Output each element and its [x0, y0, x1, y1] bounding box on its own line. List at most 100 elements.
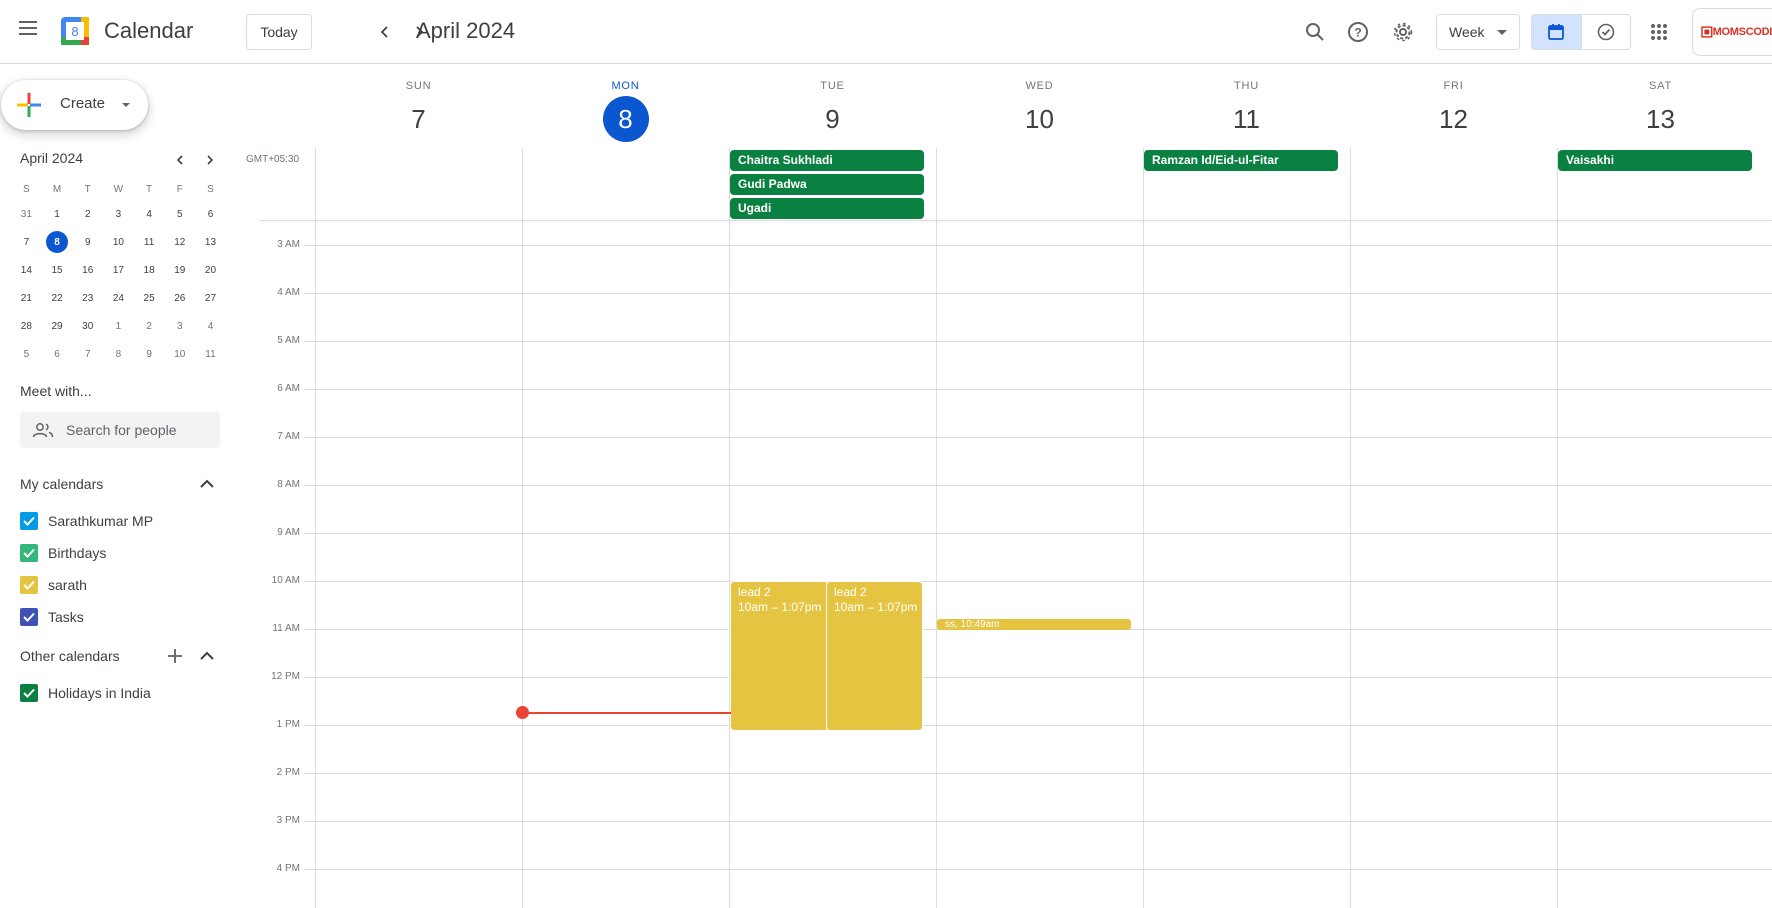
- main-menu-icon[interactable]: [12, 12, 44, 44]
- mini-calendar-day[interactable]: 9: [72, 228, 103, 256]
- calendar-item[interactable]: Holidays in India: [20, 679, 151, 707]
- collapse-my-calendars-icon[interactable]: [195, 472, 219, 496]
- today-button[interactable]: Today: [246, 14, 312, 50]
- mini-calendar-day[interactable]: 21: [11, 284, 42, 312]
- mini-calendar-day[interactable]: 31: [11, 200, 42, 228]
- settings-gear-icon[interactable]: [1385, 14, 1421, 50]
- day-header-tue[interactable]: TUE 9: [729, 80, 936, 142]
- calendar-checkbox[interactable]: [20, 544, 38, 562]
- mini-calendar-day[interactable]: 25: [134, 284, 165, 312]
- mini-calendar-day[interactable]: 2: [134, 312, 165, 340]
- mini-calendar-next-icon[interactable]: [198, 150, 222, 170]
- holiday-event[interactable]: Ugadi: [730, 198, 924, 219]
- day-header-thu[interactable]: THU 11: [1143, 80, 1350, 142]
- mini-calendar-day[interactable]: 3: [164, 312, 195, 340]
- day-number[interactable]: 10: [1017, 96, 1063, 142]
- mini-calendar-day[interactable]: 13: [195, 228, 226, 256]
- mini-calendar-day[interactable]: 17: [103, 256, 134, 284]
- mini-calendar-day[interactable]: 6: [195, 200, 226, 228]
- calendar-item[interactable]: Birthdays: [20, 539, 106, 567]
- mini-day-number: 23: [82, 292, 94, 304]
- calendar-checkbox[interactable]: [20, 512, 38, 530]
- mini-calendar-day[interactable]: 7: [72, 340, 103, 368]
- mini-day-number: 13: [204, 236, 217, 248]
- mini-calendar-day[interactable]: 10: [103, 228, 134, 256]
- holiday-event[interactable]: Vaisakhi: [1558, 150, 1752, 171]
- tasks-view-toggle-icon[interactable]: [1582, 15, 1631, 49]
- mini-calendar-day[interactable]: 4: [195, 312, 226, 340]
- mini-calendar-day[interactable]: 5: [11, 340, 42, 368]
- mini-calendar-day[interactable]: 26: [164, 284, 195, 312]
- calendar-checkbox[interactable]: [20, 576, 38, 594]
- sarath-event[interactable]: lead 2 10am – 1:07pm: [826, 581, 923, 731]
- create-button[interactable]: Create: [1, 80, 148, 130]
- day-number[interactable]: 12: [1431, 96, 1477, 142]
- hour-gridline: [305, 485, 1772, 486]
- holiday-event[interactable]: Ramzan Id/Eid-ul-Fitar: [1144, 150, 1338, 171]
- mini-calendar-day[interactable]: 8: [103, 340, 134, 368]
- mini-calendar-day[interactable]: 4: [134, 200, 165, 228]
- mini-calendar-day[interactable]: 29: [42, 312, 73, 340]
- sarath-event[interactable]: lead 2 10am – 1:07pm: [730, 581, 829, 731]
- mini-calendar-day[interactable]: 23: [72, 284, 103, 312]
- calendar-checkbox[interactable]: [20, 608, 38, 626]
- mini-calendar-day[interactable]: 27: [195, 284, 226, 312]
- search-icon[interactable]: [1297, 14, 1333, 50]
- calendar-view-toggle-icon[interactable]: [1532, 15, 1582, 49]
- day-column-divider: [315, 148, 316, 908]
- search-people-input[interactable]: Search for people: [20, 412, 220, 448]
- day-header-mon[interactable]: MON 8: [522, 80, 729, 142]
- mini-calendar-day[interactable]: 16: [72, 256, 103, 284]
- calendar-checkbox[interactable]: [20, 684, 38, 702]
- holiday-event[interactable]: Chaitra Sukhladi: [730, 150, 924, 171]
- day-number[interactable]: 9: [810, 96, 856, 142]
- mini-day-number: 1: [54, 208, 60, 220]
- collapse-other-calendars-icon[interactable]: [195, 644, 219, 668]
- mini-calendar-day[interactable]: 15: [42, 256, 73, 284]
- apps-grid-icon[interactable]: [1641, 14, 1677, 50]
- help-icon[interactable]: ?: [1340, 14, 1376, 50]
- mini-calendar-day[interactable]: 2: [72, 200, 103, 228]
- day-header-sun[interactable]: SUN 7: [315, 80, 522, 142]
- day-number[interactable]: 13: [1638, 96, 1684, 142]
- calendar-item[interactable]: Sarathkumar MP: [20, 507, 153, 535]
- mini-calendar-day[interactable]: 10: [164, 340, 195, 368]
- mini-day-number: 11: [143, 236, 155, 248]
- mini-calendar-day[interactable]: 11: [195, 340, 226, 368]
- day-header-fri[interactable]: FRI 12: [1350, 80, 1557, 142]
- holiday-event[interactable]: Gudi Padwa: [730, 174, 924, 195]
- mini-calendar-today[interactable]: 8: [42, 228, 73, 256]
- mini-calendar-day[interactable]: 30: [72, 312, 103, 340]
- mini-calendar-day[interactable]: 24: [103, 284, 134, 312]
- mini-calendar-day[interactable]: 5: [164, 200, 195, 228]
- mini-calendar-day[interactable]: 9: [134, 340, 165, 368]
- day-column-divider: [1350, 148, 1351, 908]
- account-badge[interactable]: MOMSCODI: [1692, 8, 1772, 56]
- view-selector-dropdown[interactable]: Week: [1436, 14, 1520, 50]
- mini-calendar-day[interactable]: 20: [195, 256, 226, 284]
- mini-calendar-day[interactable]: 14: [11, 256, 42, 284]
- mini-calendar-day[interactable]: 18: [134, 256, 165, 284]
- mini-calendar-day[interactable]: 7: [11, 228, 42, 256]
- mini-calendar-day[interactable]: 6: [42, 340, 73, 368]
- mini-calendar-day[interactable]: 22: [42, 284, 73, 312]
- mini-calendar-day[interactable]: 28: [11, 312, 42, 340]
- mini-calendar-day[interactable]: 1: [103, 312, 134, 340]
- day-header-wed[interactable]: WED 10: [936, 80, 1143, 142]
- mini-calendar: S M T W T F S 31 1 2 3 4 5 6 7 8 9 10 11 12 13 14 15 16 1…: [11, 178, 231, 368]
- day-number[interactable]: 11: [1224, 96, 1270, 142]
- mini-calendar-day[interactable]: 19: [164, 256, 195, 284]
- add-other-calendar-icon[interactable]: [163, 644, 187, 668]
- mini-calendar-previous-icon[interactable]: [168, 150, 192, 170]
- mini-calendar-day[interactable]: 11: [134, 228, 165, 256]
- day-header-sat[interactable]: SAT 13: [1557, 80, 1764, 142]
- calendar-item[interactable]: Tasks: [20, 603, 84, 631]
- day-number[interactable]: 8: [602, 96, 649, 142]
- day-number[interactable]: 7: [396, 96, 442, 142]
- mini-calendar-day[interactable]: 3: [103, 200, 134, 228]
- mini-calendar-day[interactable]: 1: [42, 200, 73, 228]
- calendar-item[interactable]: sarath: [20, 571, 87, 599]
- sarath-short-event[interactable]: ss, 10:49am: [937, 619, 1131, 631]
- previous-week-icon[interactable]: [369, 16, 401, 48]
- mini-calendar-day[interactable]: 12: [164, 228, 195, 256]
